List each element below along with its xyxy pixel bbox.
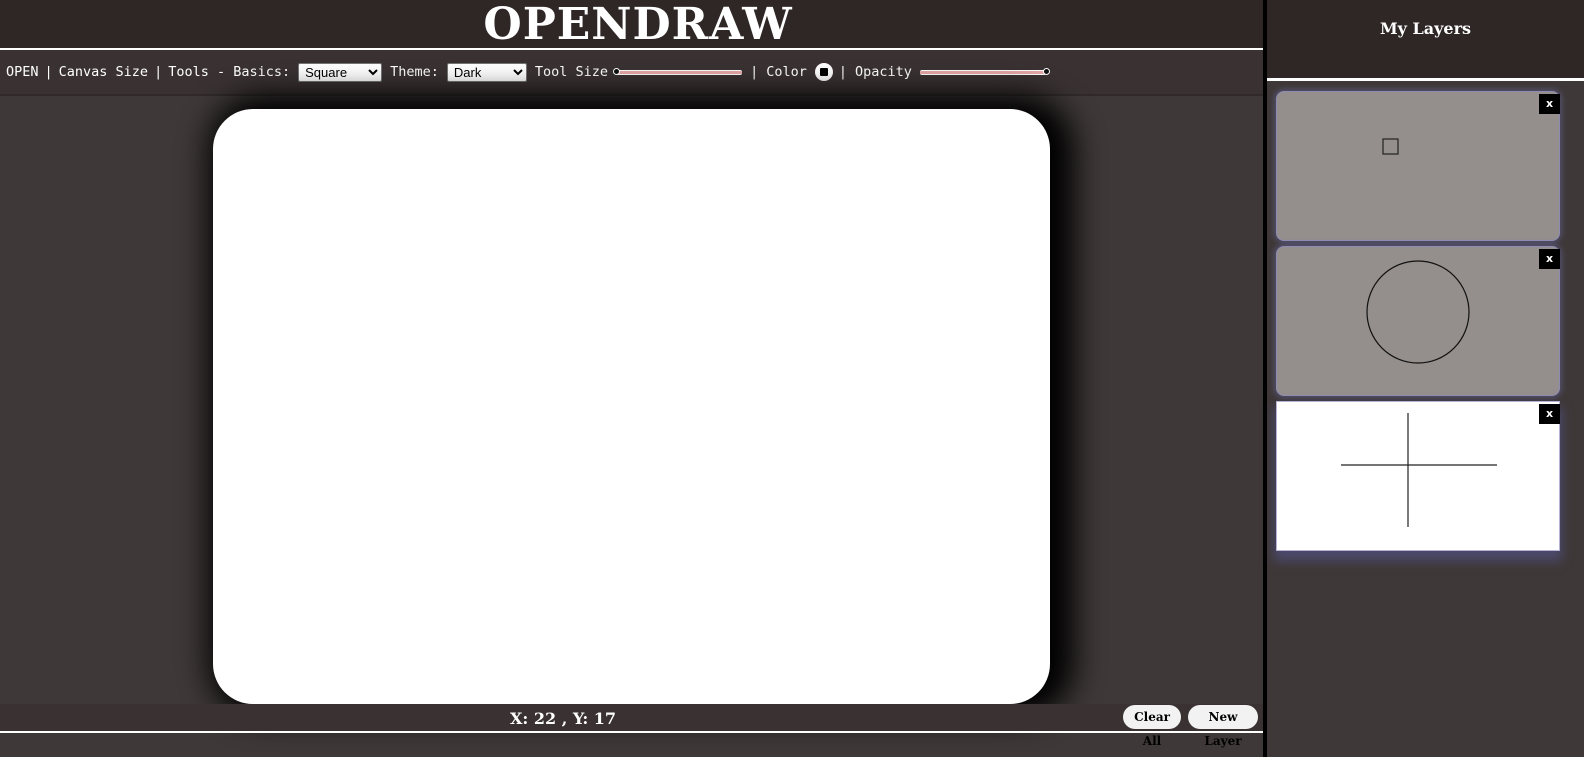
layers-panel: My Layers x x x (1267, 0, 1584, 757)
opacity-label: Opacity (854, 64, 912, 80)
color-swatch-icon (819, 68, 828, 76)
toolbar-separator: | (838, 64, 847, 80)
opacity-slider[interactable] (919, 66, 1050, 78)
canvas-area (0, 96, 1263, 704)
layers-title: My Layers (1379, 19, 1472, 38)
layers-header: My Layers (1267, 0, 1584, 81)
layer-card[interactable]: x (1276, 91, 1560, 241)
new-layer-button[interactable]: New Layer (1188, 705, 1258, 748)
toolbar: OPEN | Canvas Size | Tools - Basics: Squ… (0, 50, 1276, 96)
toolbar-separator: | (154, 64, 163, 80)
tool-size-label: Tool Size (534, 64, 609, 80)
color-picker-button[interactable] (814, 63, 833, 81)
cross-thumbnail-icon (1341, 413, 1497, 527)
circle-thumbnail-icon (1366, 260, 1470, 364)
toolbar-separator: | (44, 64, 53, 80)
toolbar-separator: | (750, 64, 759, 80)
theme-label: Theme: (390, 64, 439, 80)
main-area: OPENDRAW OPEN | Canvas Size | Tools - Ba… (0, 0, 1276, 757)
slider-thumb[interactable] (613, 68, 621, 75)
tools-label: Tools - Basics: (168, 64, 291, 80)
canvas-size-link[interactable]: Canvas Size (59, 64, 148, 80)
tool-size-slider[interactable] (613, 66, 743, 78)
open-link[interactable]: OPEN (6, 64, 39, 80)
slider-track (616, 70, 743, 75)
layer-card-active[interactable]: x (1276, 401, 1560, 551)
cursor-coordinates: X: 22 , Y: 17 (510, 709, 617, 728)
theme-select[interactable]: Dark (446, 62, 527, 82)
delete-layer-button[interactable]: x (1539, 249, 1560, 269)
square-thumbnail-icon (1382, 138, 1399, 155)
layer-card[interactable]: x (1276, 246, 1560, 396)
delete-layer-button[interactable]: x (1539, 94, 1560, 114)
app-header: OPENDRAW (0, 0, 1276, 50)
color-label: Color (766, 64, 807, 80)
delete-layer-button[interactable]: x (1539, 404, 1560, 424)
slider-track (919, 70, 1046, 75)
opendraw-app: OPENDRAW OPEN | Canvas Size | Tools - Ba… (0, 0, 1584, 757)
drawing-canvas[interactable] (213, 109, 1050, 704)
status-bar: X: 22 , Y: 17 Clear All New Layer (0, 704, 1263, 748)
slider-thumb[interactable] (1042, 68, 1050, 75)
app-title: OPENDRAW (483, 0, 793, 50)
tool-select[interactable]: Square (298, 62, 383, 82)
clear-all-button[interactable]: Clear All (1123, 705, 1181, 748)
